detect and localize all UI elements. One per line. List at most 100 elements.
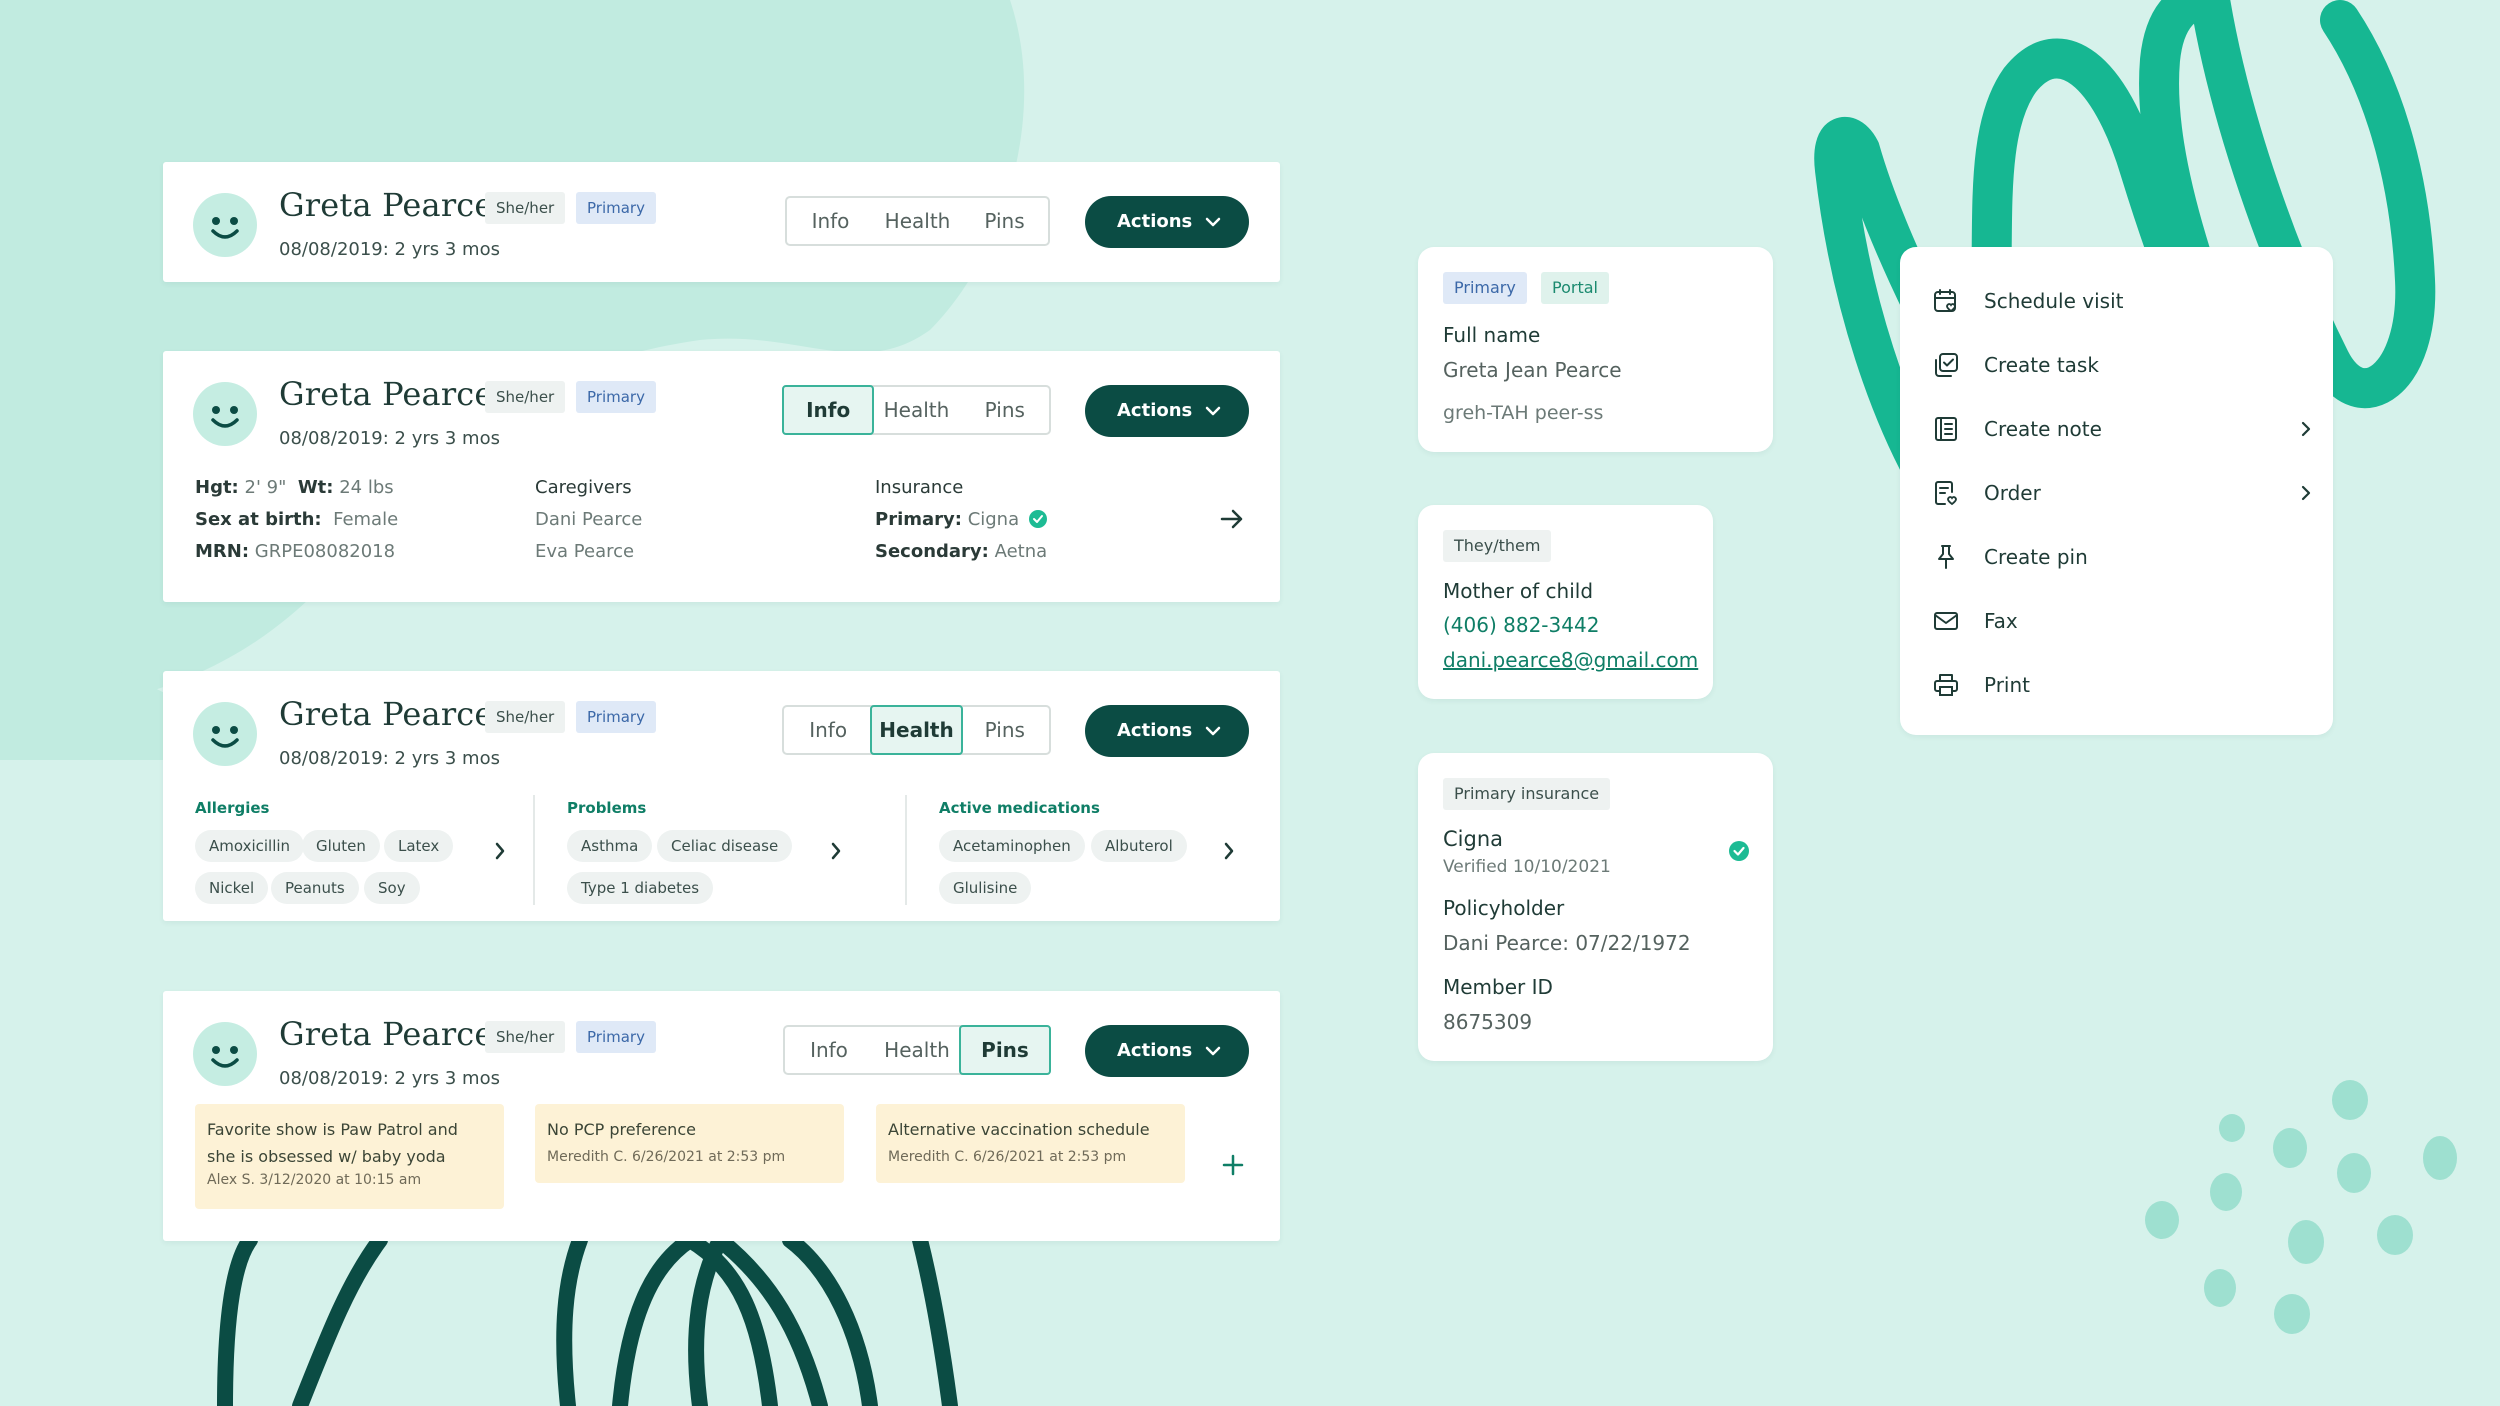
- menu-item-create-task[interactable]: Create task: [1932, 345, 2312, 385]
- caregiver-item[interactable]: Eva Pearce: [535, 541, 634, 562]
- height-label: Hgt:: [195, 477, 239, 498]
- primary-tag: Primary: [576, 381, 656, 413]
- tab-health[interactable]: Health: [873, 1027, 961, 1073]
- phone-link[interactable]: (406) 882-3442: [1443, 613, 1599, 637]
- patient-name: Greta Pearce: [279, 186, 494, 224]
- avatar-smiley-icon: [193, 702, 257, 766]
- chevron-right-icon[interactable]: [1222, 839, 1236, 863]
- chevron-down-icon: [1205, 217, 1221, 227]
- weight-value: 24 lbs: [339, 477, 394, 498]
- patient-dob: 08/08/2019: 2 yrs 3 mos: [279, 239, 500, 260]
- menu-item-print[interactable]: Print: [1932, 665, 2312, 705]
- pronoun-tag: They/them: [1443, 530, 1552, 562]
- divider: [905, 795, 907, 905]
- sex-value: Female: [333, 509, 399, 530]
- pronoun-tag: She/her: [485, 1021, 566, 1053]
- medication-chip[interactable]: Acetaminophen: [939, 830, 1085, 862]
- printer-icon: [1934, 674, 1958, 696]
- medication-chip[interactable]: Albuterol: [1091, 830, 1187, 862]
- mrn-row: MRN: GRPE08082018: [195, 541, 395, 562]
- calendar-heart-icon: [1934, 289, 1956, 313]
- allergy-chip[interactable]: Soy: [364, 872, 420, 904]
- medication-chip[interactable]: Glulisine: [939, 872, 1032, 904]
- patient-header-card: Greta Pearce She/her Primary 08/08/2019:…: [163, 162, 1280, 282]
- menu-item-create-note[interactable]: Create note: [1932, 409, 2312, 449]
- add-pin-plus-icon[interactable]: [1221, 1153, 1245, 1177]
- tab-info[interactable]: Info: [784, 707, 872, 753]
- menu-item-create-pin[interactable]: Create pin: [1932, 537, 2312, 577]
- note-icon: [1935, 417, 1957, 441]
- tab-pins[interactable]: Pins: [961, 707, 1049, 753]
- actions-button[interactable]: Actions: [1085, 385, 1249, 437]
- primary-insurance-tag: Primary insurance: [1443, 778, 1611, 810]
- insurance-label: Insurance: [875, 477, 964, 498]
- actions-button[interactable]: Actions: [1085, 705, 1249, 757]
- tab-group: Info Health Pins: [782, 705, 1051, 755]
- email-link[interactable]: dani.pearce8@gmail.com: [1443, 648, 1698, 672]
- allergy-chip[interactable]: Nickel: [195, 872, 269, 904]
- chevron-right-icon[interactable]: [493, 839, 507, 863]
- order-icon: [1935, 481, 1957, 506]
- problem-chip[interactable]: Celiac disease: [657, 830, 793, 862]
- primary-insurance-value: Cigna: [967, 509, 1020, 530]
- tab-pins[interactable]: Pins: [961, 198, 1048, 244]
- patient-name: Greta Pearce: [279, 375, 494, 413]
- verified-check-icon: [1028, 510, 1047, 528]
- patient-health-card: Greta Pearce She/her Primary 08/08/2019:…: [163, 671, 1280, 921]
- sex-label: Sex at birth:: [195, 509, 322, 530]
- allergy-chip[interactable]: Amoxicillin: [195, 830, 305, 862]
- tab-info[interactable]: Info: [787, 198, 874, 244]
- tab-health[interactable]: Health: [874, 198, 961, 244]
- sex-row: Sex at birth: Female: [195, 509, 398, 530]
- menu-item-label: Create task: [1984, 353, 2099, 377]
- avatar-smiley-icon: [193, 382, 257, 446]
- menu-item-label: Print: [1984, 673, 2031, 697]
- problem-chip[interactable]: Asthma: [567, 830, 653, 862]
- pin-icon: [1938, 545, 1954, 569]
- primary-insurance-label: Primary:: [875, 509, 962, 530]
- pin-meta: Meredith C. 6/26/2021 at 2:53 pm: [547, 1149, 786, 1165]
- menu-item-schedule-visit[interactable]: Schedule visit: [1932, 281, 2312, 321]
- tab-health[interactable]: Health: [870, 705, 963, 755]
- mrn-value: GRPE08082018: [254, 541, 396, 562]
- menu-item-label: Create note: [1984, 417, 2102, 441]
- primary-tag: Primary: [1443, 272, 1527, 304]
- actions-button[interactable]: Actions: [1085, 196, 1249, 248]
- allergy-chip[interactable]: Peanuts: [271, 872, 359, 904]
- caregiver-item[interactable]: Dani Pearce: [535, 509, 642, 530]
- allergy-chip[interactable]: Latex: [384, 830, 454, 862]
- primary-insurance-row: Primary: Cigna: [875, 509, 1047, 530]
- chevron-right-icon: [2301, 421, 2311, 437]
- pin-note[interactable]: Alternative vaccination schedule Meredit…: [876, 1104, 1185, 1183]
- caregivers-label: Caregivers: [535, 477, 632, 498]
- tab-pins[interactable]: Pins: [961, 387, 1049, 433]
- actions-button[interactable]: Actions: [1085, 1025, 1249, 1077]
- chevron-right-icon[interactable]: [829, 839, 843, 863]
- policyholder-value: Dani Pearce: 07/22/1972: [1443, 931, 1691, 955]
- actions-menu: Schedule visit Create task Create note O…: [1900, 247, 2333, 735]
- secondary-insurance-row: Secondary: Aetna: [875, 541, 1047, 562]
- allergy-chip[interactable]: Gluten: [302, 830, 380, 862]
- tab-info[interactable]: Info: [782, 385, 875, 435]
- menu-item-order[interactable]: Order: [1932, 473, 2312, 513]
- pin-note[interactable]: Favorite show is Paw Patrol and she is o…: [195, 1104, 504, 1209]
- portal-tag: Portal: [1541, 272, 1609, 304]
- pin-text: No PCP preference: [547, 1120, 696, 1139]
- relation-label: Mother of child: [1443, 579, 1594, 603]
- pin-note[interactable]: No PCP preference Meredith C. 6/26/2021 …: [535, 1104, 844, 1183]
- mrn-label: MRN:: [195, 541, 250, 562]
- arrow-right-icon[interactable]: [1219, 507, 1245, 531]
- height-value: 2' 9": [244, 477, 287, 498]
- pin-text: Favorite show is Paw Patrol and: [207, 1120, 458, 1139]
- tab-info[interactable]: Info: [785, 1027, 873, 1073]
- problem-chip[interactable]: Type 1 diabetes: [567, 872, 714, 904]
- menu-item-label: Create pin: [1984, 545, 2088, 569]
- menu-item-fax[interactable]: Fax: [1932, 601, 2312, 641]
- patient-dob: 08/08/2019: 2 yrs 3 mos: [279, 1068, 500, 1089]
- tab-pins[interactable]: Pins: [959, 1025, 1051, 1075]
- pronoun-tag: She/her: [485, 192, 566, 224]
- verified-check-icon: [1729, 841, 1749, 861]
- verified-date: Verified 10/10/2021: [1443, 857, 1611, 877]
- pin-meta: Alex S. 3/12/2020 at 10:15 am: [207, 1172, 422, 1188]
- tab-health[interactable]: Health: [872, 387, 960, 433]
